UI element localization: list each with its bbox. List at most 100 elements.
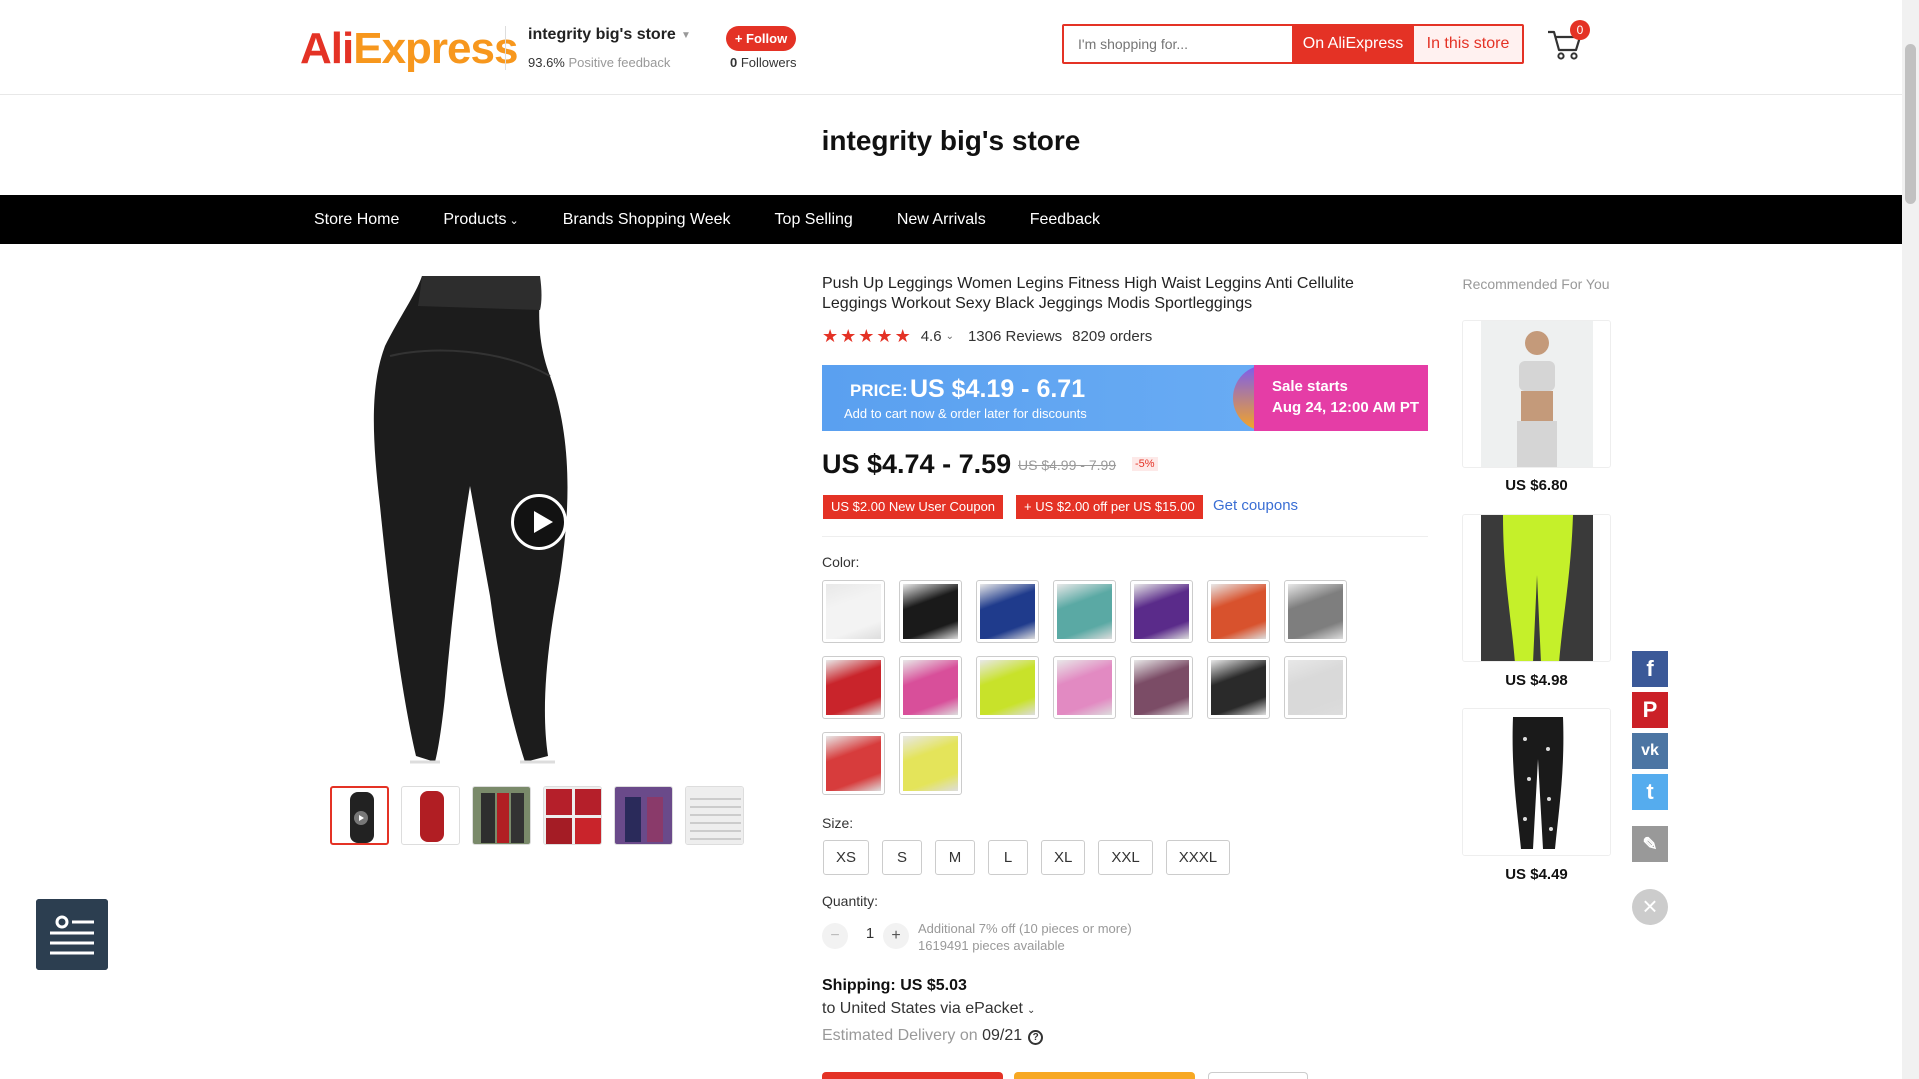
twitter-share-icon[interactable]: t [1632, 774, 1668, 810]
aliexpress-logo[interactable]: AliExpress [300, 24, 518, 74]
swatch-image [1134, 584, 1189, 639]
cart-count-badge: 0 [1570, 20, 1590, 40]
color-swatch-5[interactable] [1130, 580, 1193, 643]
chevron-down-icon[interactable]: ▼ [681, 30, 691, 41]
star-icon: ★ [858, 326, 875, 346]
rating-value[interactable]: 4.6 [921, 328, 942, 345]
new-user-coupon[interactable]: US $2.00 New User Coupon [823, 495, 1004, 519]
swatch-image [903, 660, 958, 715]
thumbnail-1[interactable] [330, 786, 389, 845]
pinterest-share-icon[interactable]: P [1632, 692, 1668, 728]
size-xl[interactable]: XL [1041, 840, 1086, 875]
quantity-label: Quantity: [822, 893, 879, 909]
settings-menu-icon[interactable] [36, 899, 108, 970]
nav-top-selling[interactable]: Top Selling [753, 195, 875, 244]
thumbnail-4[interactable] [543, 786, 602, 845]
nav-new-arrivals[interactable]: New Arrivals [875, 195, 1008, 244]
search-on-aliexpress-button[interactable]: On AliExpress [1292, 26, 1414, 62]
shipping-destination[interactable]: to United States via ePacket ⌄ [822, 1000, 1035, 1018]
swatch-image [1057, 584, 1112, 639]
color-swatch-9[interactable] [899, 656, 962, 719]
quantity-decrease-button[interactable]: − [822, 923, 848, 949]
header-divider [505, 26, 506, 70]
color-swatch-14[interactable] [1284, 656, 1347, 719]
quantity-increase-button[interactable]: + [883, 923, 909, 949]
vk-share-icon[interactable]: vk [1632, 733, 1668, 769]
color-swatch-13[interactable] [1207, 656, 1270, 719]
color-swatch-7[interactable] [1284, 580, 1347, 643]
thumbnail-3[interactable] [472, 786, 531, 845]
search-input[interactable] [1064, 26, 1292, 62]
color-swatch-16[interactable] [899, 732, 962, 795]
recommended-item-1[interactable] [1462, 320, 1611, 468]
swatch-image [1211, 584, 1266, 639]
swatch-image [826, 660, 881, 715]
bulk-discount-note: Additional 7% off (10 pieces or more) [918, 921, 1132, 936]
color-swatch-11[interactable] [1053, 656, 1116, 719]
chevron-down-icon[interactable]: ⌄ [946, 331, 954, 342]
swatch-image [980, 660, 1035, 715]
store-name-link[interactable]: integrity big's store [528, 26, 676, 44]
scrollbar-thumb[interactable] [1905, 44, 1916, 204]
color-swatch-15[interactable] [822, 732, 885, 795]
discount-badge: -5% [1132, 457, 1158, 471]
thumbnail-2[interactable] [401, 786, 460, 845]
search-in-store-button[interactable]: In this store [1414, 26, 1522, 62]
color-swatch-1[interactable] [822, 580, 885, 643]
swatch-image [1288, 584, 1343, 639]
buy-now-button[interactable] [822, 1072, 1003, 1079]
color-swatch-6[interactable] [1207, 580, 1270, 643]
size-l[interactable]: L [988, 840, 1029, 875]
swatch-image [1057, 660, 1112, 715]
size-options: XS S M L XL XXL XXXL [823, 840, 1231, 875]
promo-subtext: Add to cart now & order later for discou… [844, 406, 1087, 421]
size-xxl[interactable]: XXL [1098, 840, 1153, 875]
size-xs[interactable]: XS [823, 840, 870, 875]
size-s[interactable]: S [882, 840, 923, 875]
chevron-down-icon: ⌄ [1027, 1005, 1036, 1016]
store-feedback: 93.6% Positive feedback [528, 55, 671, 70]
stock-available: 1619491 pieces available [918, 938, 1065, 953]
color-swatch-8[interactable] [822, 656, 885, 719]
nav-store-home[interactable]: Store Home [290, 195, 421, 244]
sale-start-date: Aug 24, 12:00 AM PT [1272, 399, 1419, 416]
sale-starts-label: Sale starts [1272, 378, 1348, 395]
color-swatches [822, 580, 1362, 795]
recommended-item-2[interactable] [1462, 514, 1611, 662]
color-swatch-10[interactable] [976, 656, 1039, 719]
get-coupons-link[interactable]: Get coupons [1213, 497, 1298, 514]
wishlist-button[interactable] [1208, 1072, 1308, 1079]
reviews-link[interactable]: 1306 Reviews [968, 328, 1062, 345]
promo-price-label: PRICE: [850, 381, 908, 400]
quantity-value[interactable]: 1 [858, 925, 882, 942]
add-to-cart-button[interactable] [1014, 1072, 1195, 1079]
facebook-share-icon[interactable]: f [1632, 651, 1668, 687]
size-m[interactable]: M [935, 840, 976, 875]
recommended-price-1: US $6.80 [1505, 477, 1568, 494]
color-swatch-3[interactable] [976, 580, 1039, 643]
recommended-price-3: US $4.49 [1505, 866, 1568, 883]
play-video-button[interactable] [511, 494, 567, 550]
follow-button[interactable]: + Follow [726, 26, 796, 51]
nav-brands-shopping-week[interactable]: Brands Shopping Week [541, 195, 753, 244]
store-coupon[interactable]: + US $2.00 off per US $15.00 [1016, 495, 1203, 519]
star-icon: ★ [822, 326, 839, 346]
recommended-title: Recommended For You [1462, 276, 1610, 292]
edit-icon[interactable]: ✎ [1632, 826, 1668, 862]
orders-count: 8209 orders [1072, 328, 1153, 345]
color-swatch-4[interactable] [1053, 580, 1116, 643]
size-label: Size: [822, 815, 854, 831]
thumbnail-6-size-chart[interactable] [685, 786, 744, 845]
nav-feedback[interactable]: Feedback [1008, 195, 1122, 244]
color-swatch-2[interactable] [899, 580, 962, 643]
thumbnail-5[interactable] [614, 786, 673, 845]
shipping-cost: Shipping: US $5.03 [822, 977, 967, 994]
promo-price-banner: PRICE: US $4.19 - 6.71 Add to cart now &… [822, 365, 1428, 431]
color-swatch-12[interactable] [1130, 656, 1193, 719]
size-xxxl[interactable]: XXXL [1165, 840, 1231, 875]
recommended-item-3[interactable] [1462, 708, 1611, 856]
help-icon[interactable]: ? [1028, 1030, 1044, 1045]
swatch-image [903, 584, 958, 639]
nav-products[interactable]: Products ⌄ [421, 195, 540, 244]
close-icon[interactable]: × [1632, 889, 1668, 925]
